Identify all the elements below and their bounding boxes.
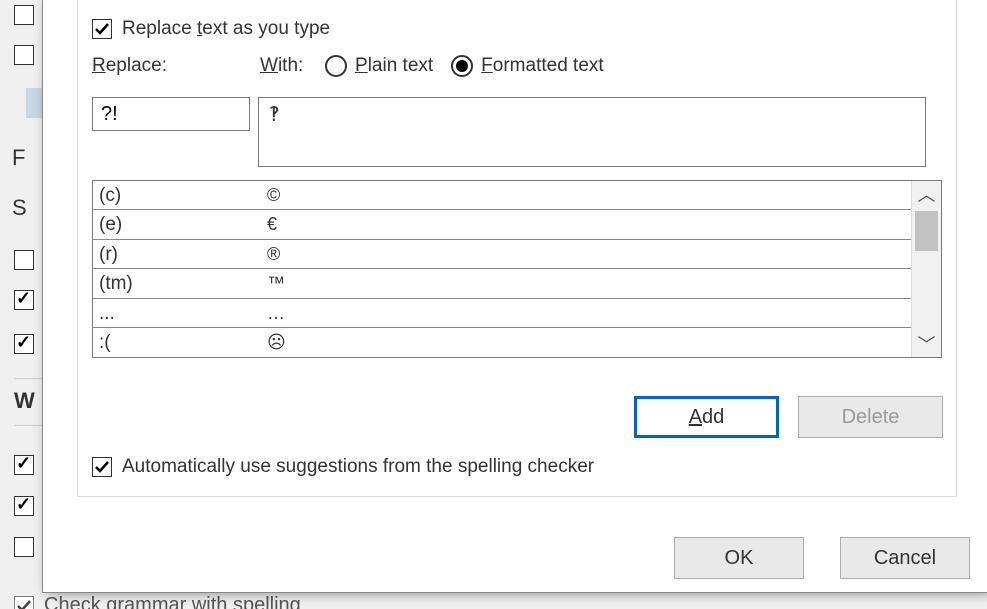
replace-groupbox: Replace text as you type Replace: With: …: [77, 0, 957, 497]
bg-grammar-checkbox[interactable]: [14, 596, 34, 609]
table-scrollbar[interactable]: ︿ ﹀: [911, 181, 941, 357]
bg-section-label-w: W: [14, 388, 45, 414]
table-row[interactable]: :(☹: [93, 328, 911, 357]
replacements-table: (c)©(e)€(r)®(tm)™...…:(☹ ︿ ﹀: [92, 180, 942, 358]
cell-replace: (tm): [93, 269, 263, 297]
bg-divider-2: [14, 425, 44, 426]
table-row[interactable]: (tm)™: [93, 269, 911, 298]
cell-replace: (c): [93, 181, 263, 209]
bg-checkbox-8[interactable]: [14, 537, 34, 557]
cell-replace: :(: [93, 328, 263, 357]
labels-row: Replace: With: Plain text Formatted text: [92, 55, 622, 77]
bg-checkbox-1[interactable]: [14, 5, 34, 25]
cell-with: ®: [263, 240, 911, 268]
bg-divider: [14, 378, 44, 379]
add-button[interactable]: Add: [634, 396, 779, 438]
auto-suggest-label: Automatically use suggestions from the s…: [122, 456, 594, 478]
auto-suggest-row: Automatically use suggestions from the s…: [92, 456, 594, 478]
formatted-text-radio[interactable]: [451, 55, 473, 77]
cancel-button[interactable]: Cancel: [840, 537, 970, 579]
replace-label: Replace:: [92, 55, 260, 77]
bg-checkbox-4[interactable]: [14, 290, 34, 310]
cell-replace: (r): [93, 240, 263, 268]
scroll-thumb[interactable]: [915, 211, 938, 251]
autocorrect-dialog: Replace text as you type Replace: With: …: [42, 0, 987, 593]
bg-grammar-row: Check grammar with spelling: [14, 594, 301, 609]
table-row[interactable]: (c)©: [93, 181, 911, 210]
with-label: With:: [260, 55, 325, 77]
bg-grammar-u: C: [44, 594, 58, 609]
bg-grammar-post: heck grammar with spelling: [58, 594, 300, 609]
table-row[interactable]: ...…: [93, 299, 911, 328]
auto-suggest-checkbox[interactable]: [92, 457, 112, 477]
bg-checkbox-5[interactable]: [14, 334, 34, 354]
replace-as-you-type-row: Replace text as you type: [92, 18, 330, 40]
bg-letter-s: S: [12, 195, 27, 221]
formatted-text-label: Formatted text: [481, 55, 604, 77]
cell-with: ☹: [263, 328, 911, 357]
replace-as-you-type-checkbox[interactable]: [92, 19, 112, 39]
background-column: F S W: [14, 0, 39, 609]
bg-checkbox-6[interactable]: [14, 455, 34, 475]
plain-text-radio[interactable]: [325, 55, 347, 77]
with-preview-box[interactable]: ‽: [258, 97, 926, 167]
bg-letter-f: F: [12, 145, 25, 171]
cell-with: ™: [263, 269, 911, 297]
cell-with: €: [263, 210, 911, 238]
bg-checkbox-2[interactable]: [14, 45, 34, 65]
replace-input[interactable]: [92, 97, 250, 131]
cell-with: ©: [263, 181, 911, 209]
cell-replace: (e): [93, 210, 263, 238]
cell-replace: ...: [93, 299, 263, 327]
plain-text-label: Plain text: [355, 55, 433, 77]
replace-as-you-type-label: Replace text as you type: [122, 18, 330, 40]
table-row[interactable]: (e)€: [93, 210, 911, 239]
scroll-down-arrow[interactable]: ﹀: [912, 331, 941, 357]
cell-with: …: [263, 299, 911, 327]
ok-button[interactable]: OK: [674, 537, 804, 579]
bg-checkbox-7[interactable]: [14, 496, 34, 516]
bg-checkbox-3[interactable]: [14, 250, 34, 270]
delete-button[interactable]: Delete: [798, 396, 943, 438]
table-row[interactable]: (r)®: [93, 240, 911, 269]
scroll-up-arrow[interactable]: ︿: [912, 181, 941, 207]
